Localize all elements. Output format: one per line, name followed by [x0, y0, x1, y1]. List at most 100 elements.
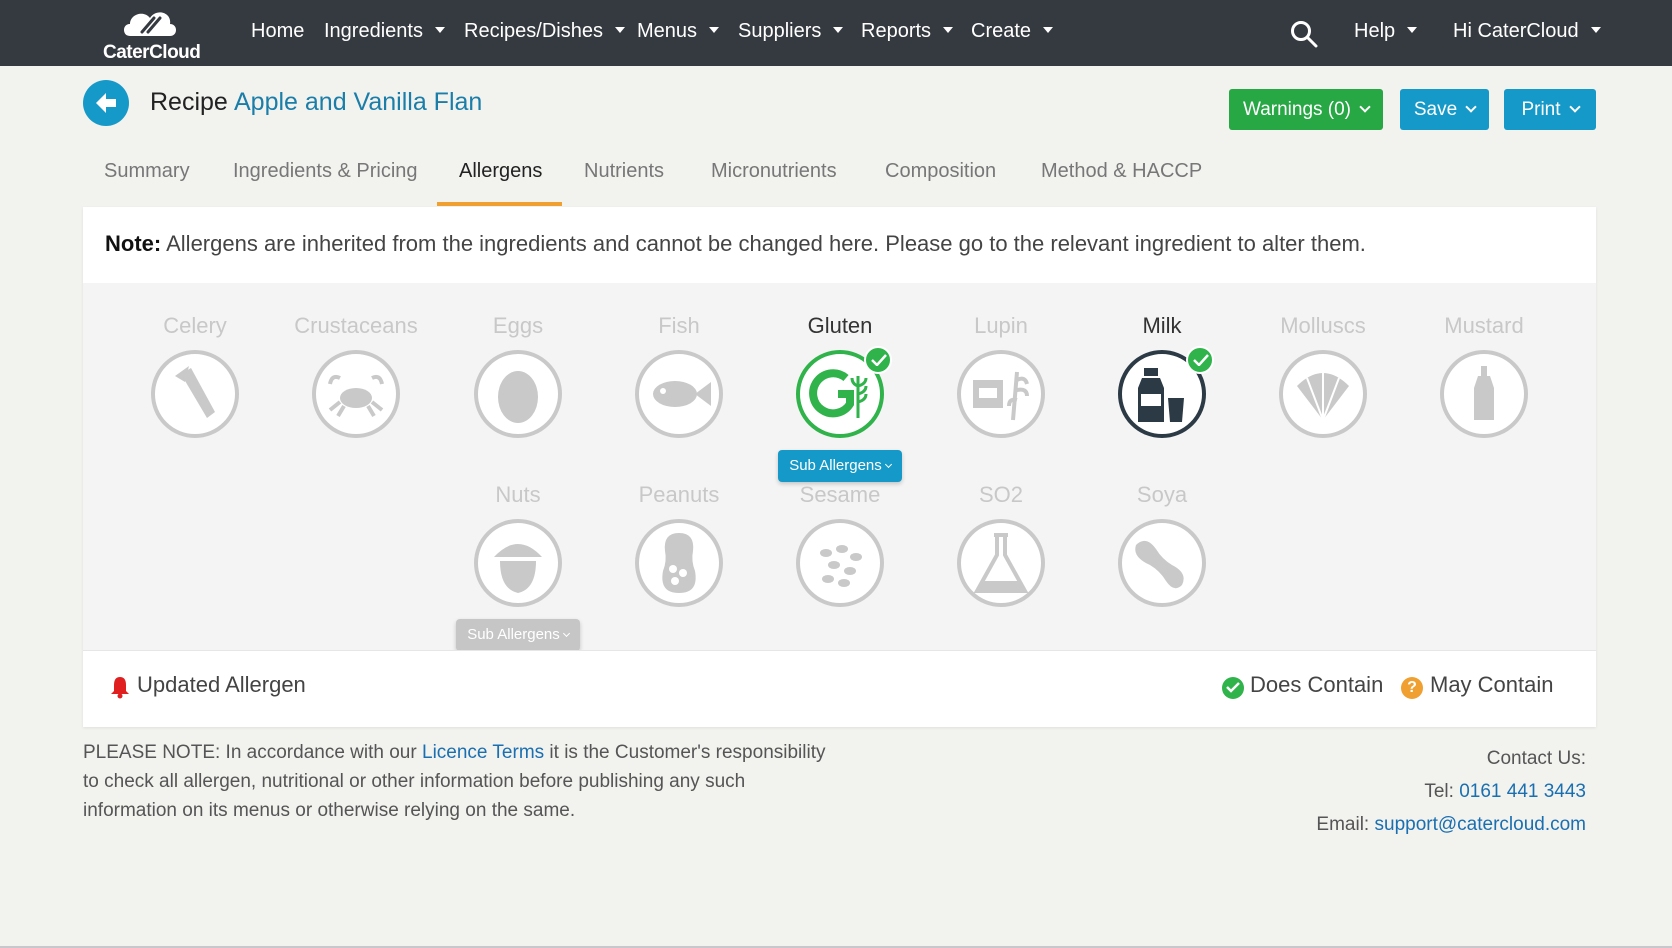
nav-user-menu[interactable]: Hi CaterCloud	[1453, 20, 1601, 43]
contact-title: Contact Us:	[1486, 748, 1586, 769]
tab-nutrients[interactable]: Nutrients	[584, 160, 664, 183]
sesame-icon	[796, 519, 884, 607]
nav-recipes-label: Recipes/Dishes	[464, 20, 603, 42]
allergen-name: Eggs	[492, 313, 544, 338]
caret-down-icon	[833, 26, 844, 33]
allergen-nuts: Nuts Sub Allergens	[448, 481, 588, 651]
allergen-name: Gluten	[807, 313, 873, 338]
allergen-so2: SO2	[931, 481, 1071, 607]
milk-icon	[1118, 346, 1214, 438]
allergen-mustard: Mustard	[1414, 312, 1554, 438]
tab-composition[interactable]: Composition	[885, 160, 996, 183]
disclaimer-text: PLEASE NOTE: In accordance with our Lice…	[83, 738, 843, 825]
warnings-button[interactable]: Warnings (0)	[1229, 89, 1383, 130]
inheritance-note: Note: Allergens are inherited from the i…	[105, 231, 1366, 257]
tab-allergens[interactable]: Allergens	[459, 160, 542, 183]
nav-create[interactable]: Create	[971, 20, 1054, 43]
save-button[interactable]: Save	[1400, 89, 1489, 130]
allergen-lupin: Lupin	[931, 312, 1071, 438]
legend-may-contain: May Contain	[1430, 672, 1554, 697]
allergen-name: Sesame	[799, 482, 881, 507]
nav-home[interactable]: Home	[251, 20, 304, 43]
note-text: Allergens are inherited from the ingredi…	[161, 231, 1366, 256]
allergen-name: Milk	[1142, 313, 1182, 338]
shell-icon	[1279, 350, 1367, 438]
allergen-eggs: Eggs	[448, 312, 588, 438]
back-button[interactable]	[83, 80, 129, 126]
tel-label: Tel:	[1424, 781, 1460, 802]
print-button[interactable]: Print	[1504, 89, 1596, 130]
mustard-icon	[1440, 350, 1528, 438]
caret-down-icon	[614, 26, 625, 33]
page-type-label: Recipe	[150, 88, 228, 116]
sub-allergens-button-nuts[interactable]: Sub Allergens	[456, 619, 580, 651]
nav-menus[interactable]: Menus	[637, 20, 720, 43]
logo-mark-icon	[124, 12, 176, 36]
chevron-down-icon	[1359, 101, 1371, 113]
chevron-down-icon	[1465, 101, 1477, 113]
allergen-name: Molluscs	[1280, 313, 1366, 338]
tab-ingredients-pricing[interactable]: Ingredients & Pricing	[233, 160, 418, 183]
acorn-icon	[474, 519, 562, 607]
allergen-name: Celery	[163, 313, 227, 338]
allergen-name: Lupin	[974, 313, 1028, 338]
licence-terms-link[interactable]: Licence Terms	[422, 742, 544, 763]
peanut-icon	[635, 519, 723, 607]
nav-suppliers[interactable]: Suppliers	[738, 20, 844, 43]
warnings-label: Warnings (0)	[1242, 99, 1352, 120]
lupin-icon	[957, 350, 1045, 438]
contact-tel: Tel: 0161 441 3443	[1316, 775, 1586, 808]
email-label: Email:	[1316, 814, 1375, 835]
egg-icon	[474, 350, 562, 438]
nav-user-label: Hi CaterCloud	[1453, 20, 1579, 42]
tab-summary[interactable]: Summary	[104, 160, 190, 183]
allergen-name: Peanuts	[638, 482, 720, 507]
celery-icon	[151, 350, 239, 438]
contact-block: Contact Us: Tel: 0161 441 3443 Email: su…	[1316, 742, 1586, 841]
chevron-down-icon	[562, 629, 570, 638]
nav-menus-label: Menus	[637, 20, 698, 42]
allergen-name: SO2	[978, 482, 1024, 507]
legend-updated-allergen: Updated Allergen	[137, 672, 306, 697]
tab-method-haccp[interactable]: Method & HACCP	[1041, 160, 1202, 183]
nav-reports[interactable]: Reports	[861, 20, 954, 43]
tel-link[interactable]: 0161 441 3443	[1459, 781, 1586, 802]
recipe-name: Apple and Vanilla Flan	[234, 88, 483, 116]
allergen-name: Soya	[1136, 482, 1188, 507]
save-label: Save	[1413, 99, 1458, 120]
nav-home-label: Home	[251, 20, 305, 42]
nav-ingredients-label: Ingredients	[324, 20, 423, 42]
nav-ingredients[interactable]: Ingredients	[324, 20, 445, 43]
allergen-peanuts: Peanuts	[609, 481, 749, 607]
flask-icon	[957, 519, 1045, 607]
allergen-celery: Celery	[125, 312, 265, 438]
nav-help[interactable]: Help	[1354, 20, 1418, 43]
nav-reports-label: Reports	[861, 20, 932, 42]
contact-email: Email: support@catercloud.com	[1316, 808, 1586, 841]
allergen-sesame: Sesame	[770, 481, 910, 607]
question-circle-icon: ?	[1401, 677, 1423, 699]
allergen-name: Fish	[658, 313, 700, 338]
allergen-crustaceans: Crustaceans	[286, 312, 426, 438]
caret-down-icon	[1043, 26, 1054, 33]
gluten-icon	[796, 346, 892, 438]
legend-does-contain: Does Contain	[1250, 672, 1384, 697]
catercloud-logo[interactable]: CaterCloud	[100, 6, 201, 63]
allergen-name: Crustaceans	[294, 313, 418, 338]
caret-down-icon	[943, 26, 954, 33]
nav-recipes[interactable]: Recipes/Dishes	[464, 20, 625, 43]
allergen-name: Mustard	[1444, 313, 1524, 338]
allergen-milk: Milk	[1092, 312, 1232, 438]
search-icon[interactable]	[1290, 20, 1318, 48]
sub-allergens-button-gluten[interactable]: Sub Allergens	[778, 450, 902, 482]
arrow-left-icon	[96, 93, 116, 113]
email-link[interactable]: support@catercloud.com	[1375, 814, 1587, 835]
caret-down-icon	[434, 26, 445, 33]
allergen-gluten: Gluten Sub Allergens	[770, 312, 910, 482]
tab-micronutrients[interactable]: Micronutrients	[711, 160, 837, 183]
check-icon	[864, 346, 892, 374]
allergen-fish: Fish	[609, 312, 749, 438]
soya-icon	[1118, 519, 1206, 607]
nav-suppliers-label: Suppliers	[738, 20, 822, 42]
caret-down-icon	[1407, 26, 1418, 33]
